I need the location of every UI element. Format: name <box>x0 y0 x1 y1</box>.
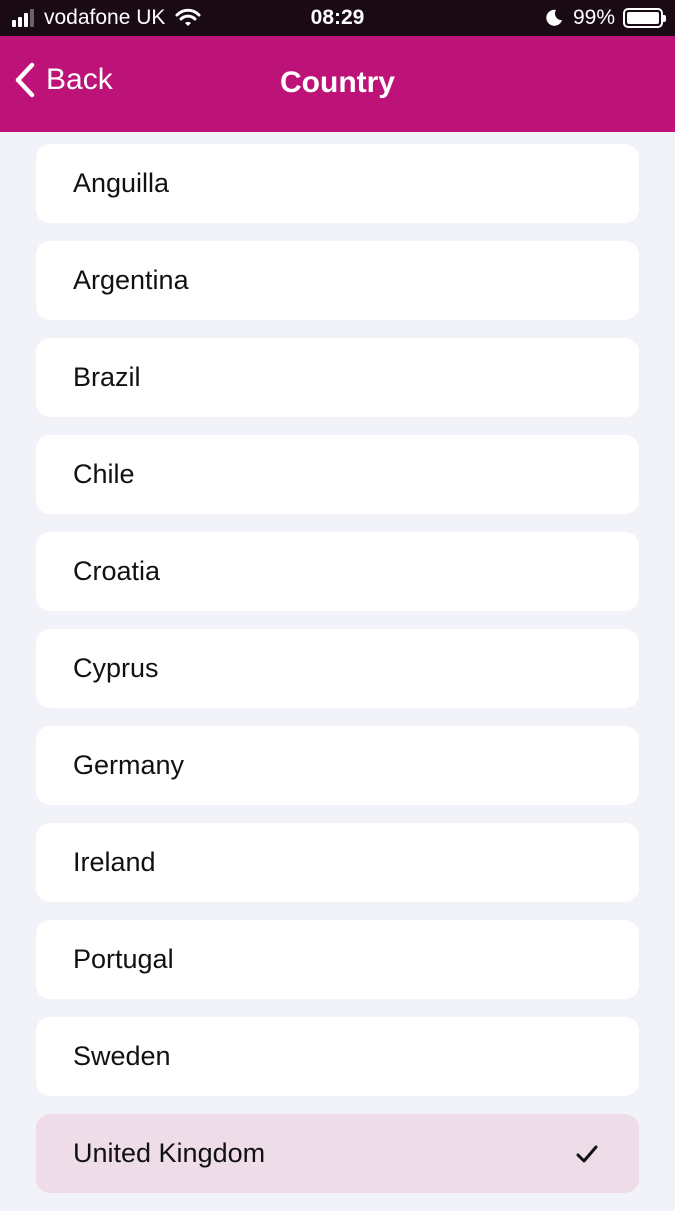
country-row-germany[interactable]: Germany <box>36 726 639 805</box>
country-row-argentina[interactable]: Argentina <box>36 241 639 320</box>
country-row-brazil[interactable]: Brazil <box>36 338 639 417</box>
battery-fill <box>627 12 659 24</box>
page-title: Country <box>280 66 395 99</box>
country-row-chile[interactable]: Chile <box>36 435 639 514</box>
checkmark-icon <box>575 1144 599 1164</box>
country-row-ireland[interactable]: Ireland <box>36 823 639 902</box>
nav-bar: Back Country <box>0 36 675 132</box>
country-name: Brazil <box>73 362 141 392</box>
country-name: Ireland <box>73 847 156 877</box>
country-name: Anguilla <box>73 168 170 198</box>
country-name: Croatia <box>73 556 161 586</box>
country-row-cyprus[interactable]: Cyprus <box>36 629 639 708</box>
country-row-united-kingdom[interactable]: United Kingdom <box>36 1114 639 1193</box>
country-row-croatia[interactable]: Croatia <box>36 532 639 611</box>
country-row-anguilla[interactable]: Anguilla <box>36 144 639 223</box>
moon-icon <box>545 9 573 27</box>
country-row-sweden[interactable]: Sweden <box>36 1017 639 1096</box>
country-name: Cyprus <box>73 653 159 683</box>
country-name: Chile <box>73 459 135 489</box>
country-name: Germany <box>73 750 185 780</box>
country-name: United Kingdom <box>73 1138 266 1168</box>
country-name: Argentina <box>73 265 189 295</box>
country-row-portugal[interactable]: Portugal <box>36 920 639 999</box>
status-bar: vodafone UK 08:29 99% <box>0 0 675 36</box>
country-name: Portugal <box>73 944 174 974</box>
country-list: Anguilla Argentina Brazil Chile Croatia Cypru… <box>36 144 639 1211</box>
battery-icon <box>623 8 666 28</box>
country-name: Sweden <box>73 1041 171 1071</box>
status-right: 99% <box>545 6 666 30</box>
battery-percent: 99% <box>572 6 615 29</box>
